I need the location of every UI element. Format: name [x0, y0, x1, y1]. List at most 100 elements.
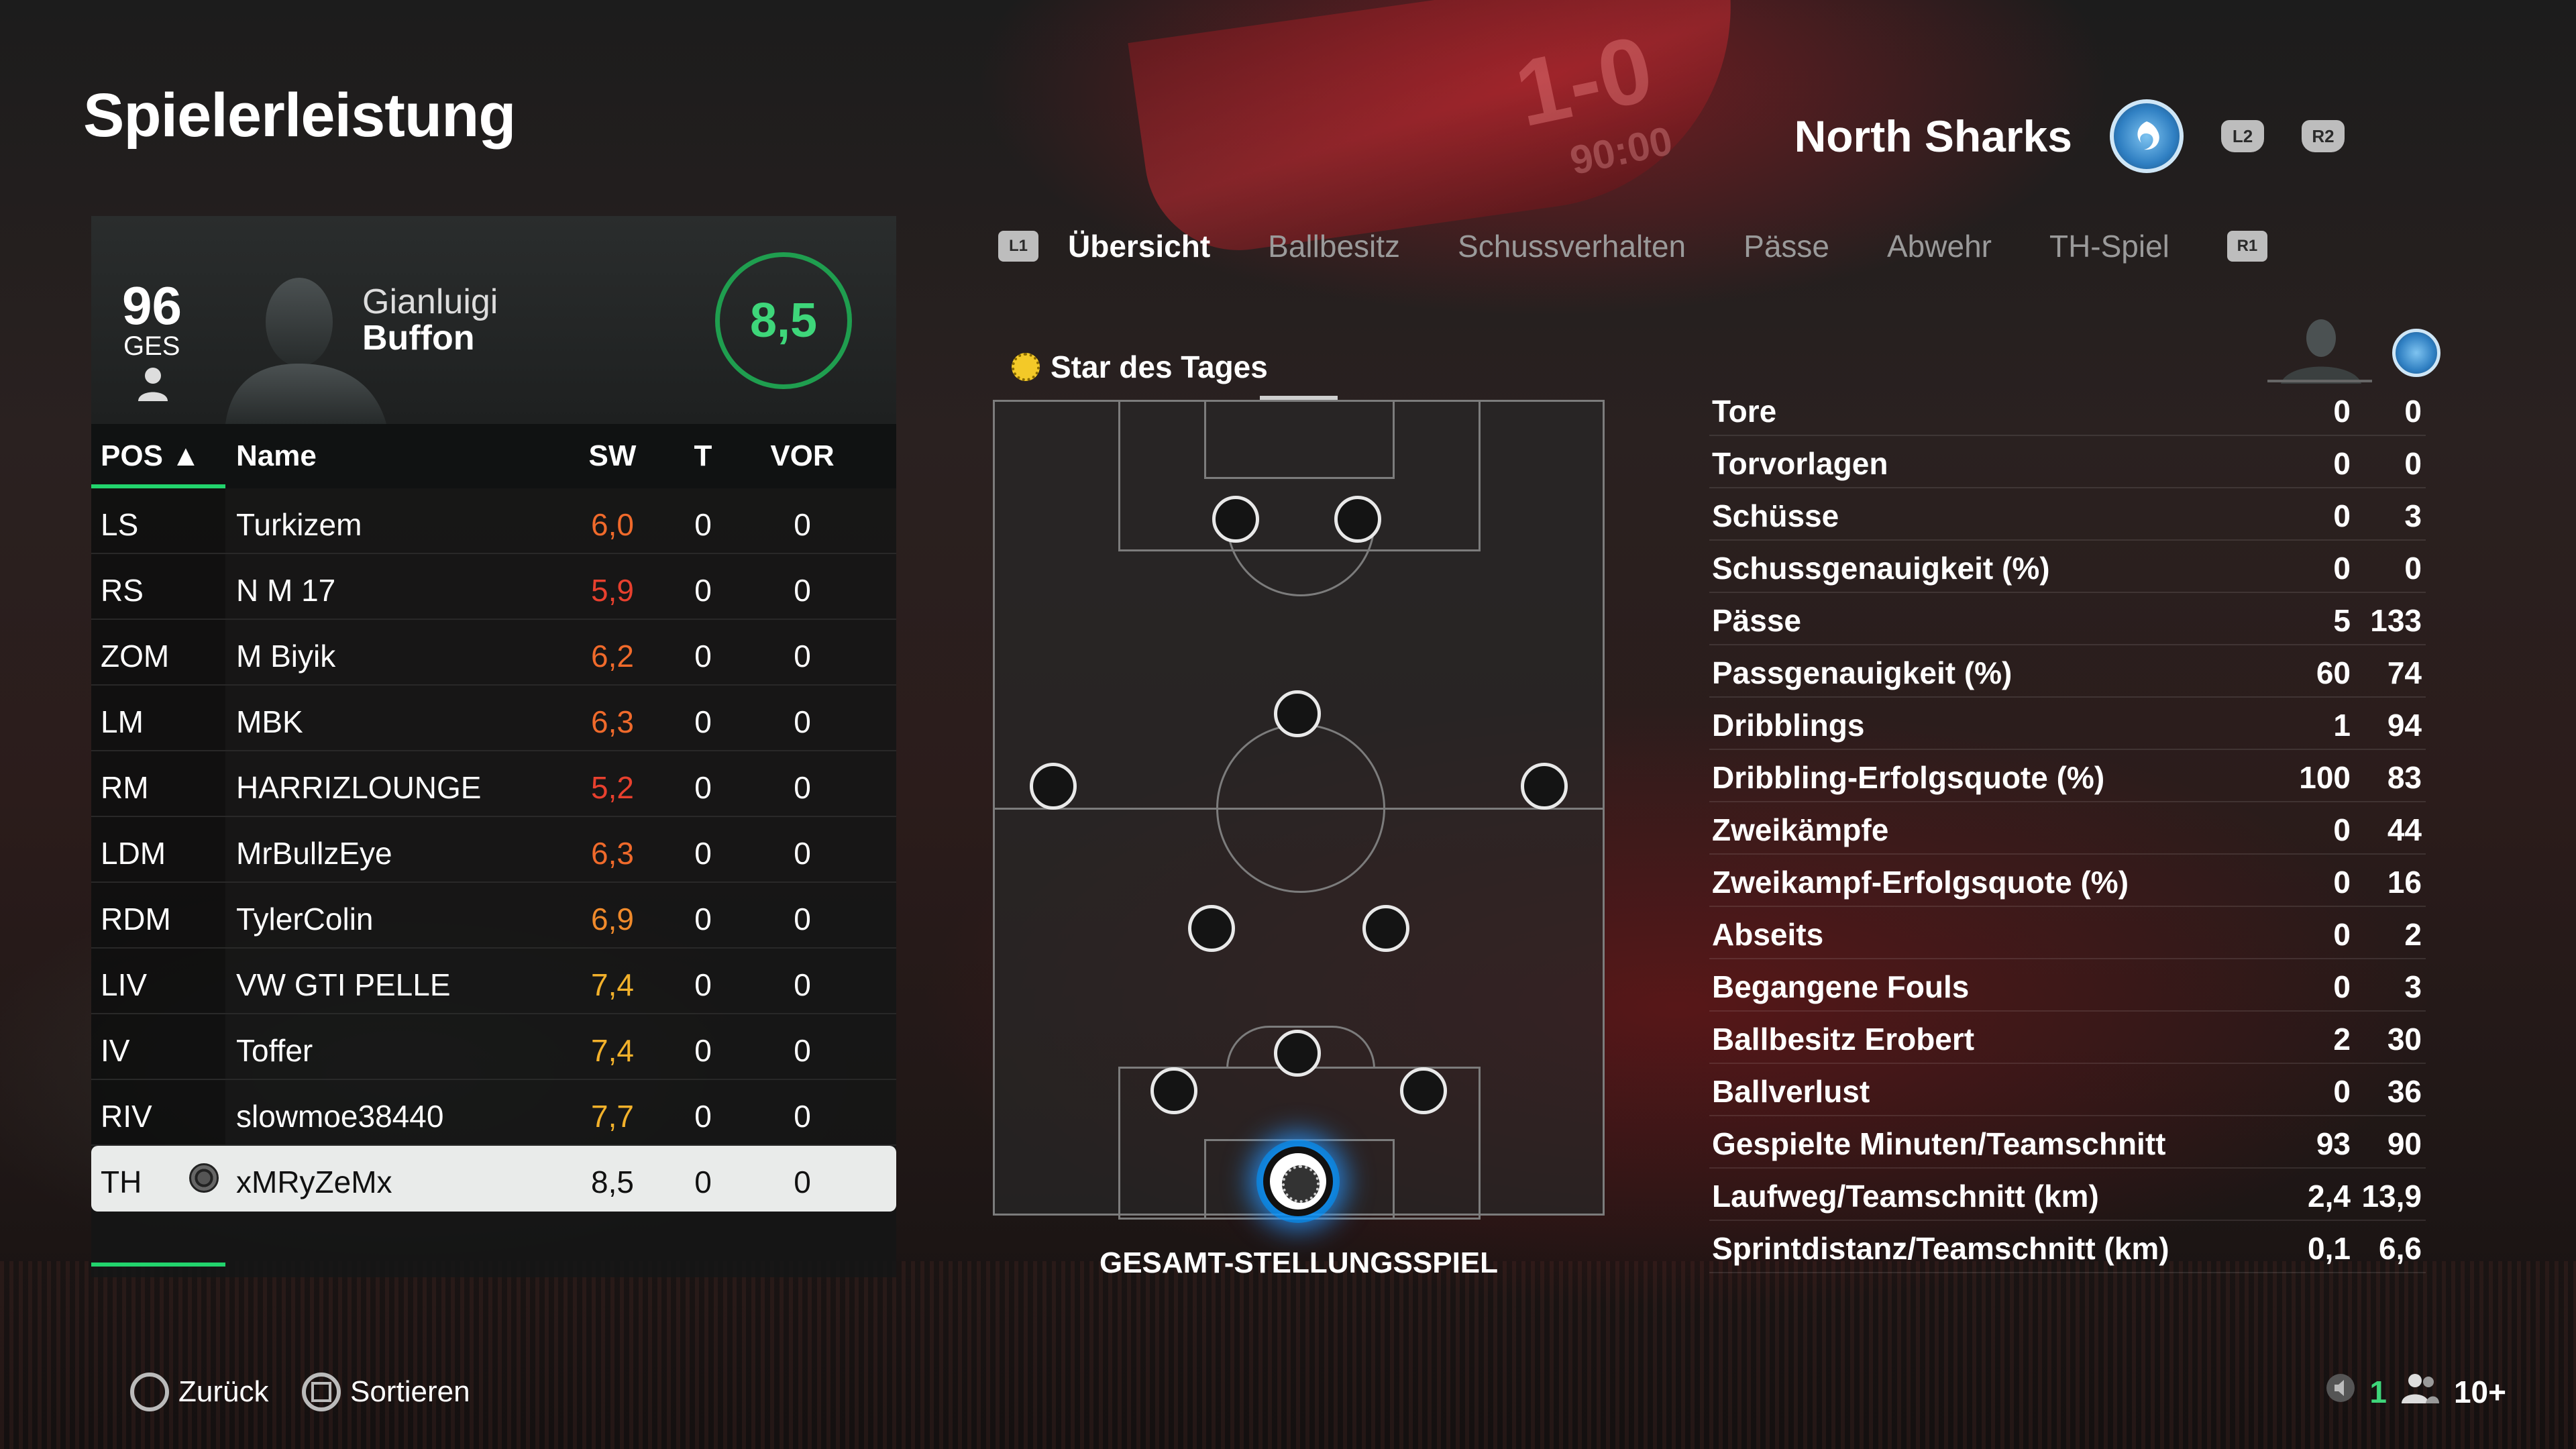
stat-team-value: 74 [2387, 655, 2422, 690]
player-rows: LS Turkizem 6,0 0 0 RS N M 17 5,9 0 0 ZO… [91, 488, 896, 1212]
r2-trigger-icon[interactable]: R2 [2302, 120, 2345, 152]
player-dot-liv[interactable] [1150, 1067, 1197, 1114]
stat-row: Laufweg/Teamschnitt (km) 2,4 13,9 [1709, 1169, 2426, 1221]
table-row[interactable]: RM HARRIZLOUNGE 5,2 0 0 [91, 751, 896, 817]
stat-team-value: 94 [2387, 708, 2422, 743]
stats-table: Tore 0 0 Torvorlagen 0 0 Schüsse 0 3 Schussgen… [1709, 384, 2426, 1273]
circle-button-icon [130, 1373, 169, 1411]
r1-bumper-icon[interactable]: R1 [2226, 231, 2267, 262]
row-t: 0 [694, 639, 712, 674]
party-icon[interactable] [2400, 1371, 2440, 1412]
center-circle [1216, 724, 1385, 893]
header-t[interactable]: T [669, 439, 737, 473]
tab-overview[interactable]: Übersicht [1068, 228, 1210, 264]
stat-row: Dribbling-Erfolgsquote (%) 100 83 [1709, 750, 2426, 802]
player-last-name: Buffon [362, 319, 475, 358]
stat-label: Schüsse [1712, 498, 1839, 533]
row-rating: 7,4 [591, 967, 634, 1002]
row-vor: 0 [794, 902, 811, 936]
table-row[interactable]: LS Turkizem 6,0 0 0 [91, 488, 896, 554]
table-row[interactable]: RDM TylerColin 6,9 0 0 [91, 883, 896, 949]
stat-row: Gespielte Minuten/Teamschnitt 93 90 [1709, 1116, 2426, 1169]
table-row[interactable]: IV Toffer 7,4 0 0 [91, 1014, 896, 1080]
stat-team-value: 30 [2387, 1022, 2422, 1057]
tab-shooting[interactable]: Schussverhalten [1458, 228, 1686, 264]
tab-passing[interactable]: Pässe [1743, 228, 1829, 264]
player-dot-riv[interactable] [1400, 1067, 1447, 1114]
player-dot-rdm[interactable] [1362, 905, 1409, 952]
tab-defending[interactable]: Abwehr [1887, 228, 1992, 264]
row-vor: 0 [794, 1099, 811, 1134]
stat-player-value: 0 [2333, 498, 2351, 533]
stat-row: Pässe 5 133 [1709, 593, 2426, 645]
row-pos: LM [101, 704, 144, 739]
row-t: 0 [694, 507, 712, 542]
player-dot-th-highlighted[interactable] [1263, 1146, 1333, 1216]
stat-label: Tore [1712, 394, 1777, 429]
player-dot-lm[interactable] [1030, 763, 1077, 810]
player-first-name: Gianluigi [362, 282, 498, 321]
stat-row: Zweikampf-Erfolgsquote (%) 0 16 [1709, 855, 2426, 907]
header-vor[interactable]: VOR [755, 439, 849, 473]
stat-player-value: 0,1 [2308, 1231, 2351, 1266]
team-name: North Sharks [1794, 111, 2072, 161]
player-dot-iv[interactable] [1274, 1030, 1321, 1077]
table-row-selected[interactable]: TH xMRyZeMx 8,5 0 0 [91, 1146, 896, 1212]
stat-team-value: 90 [2387, 1126, 2422, 1161]
row-rating: 6,3 [591, 836, 634, 871]
row-t: 0 [694, 573, 712, 608]
stat-label: Zweikampf-Erfolgsquote (%) [1712, 865, 2129, 900]
stat-label: Laufweg/Teamschnitt (km) [1712, 1179, 2099, 1214]
table-row[interactable]: RS N M 17 5,9 0 0 [91, 554, 896, 620]
row-t: 0 [694, 1033, 712, 1068]
pitch-caption: GESAMT-STELLUNGSSPIEL [1099, 1246, 1499, 1279]
header-sw[interactable]: SW [569, 439, 656, 473]
row-pos: ZOM [101, 639, 170, 674]
stat-player-value: 0 [2333, 446, 2351, 481]
person-icon [136, 365, 170, 411]
row-name: M Biyik [236, 639, 336, 674]
table-row[interactable]: LIV VW GTI PELLE 7,4 0 0 [91, 949, 896, 1014]
row-name: TylerColin [236, 902, 374, 936]
player-dot-ls[interactable] [1212, 496, 1259, 543]
sort-action[interactable]: Sortieren [302, 1373, 470, 1411]
row-name: Toffer [236, 1033, 313, 1068]
stat-player-value: 100 [2299, 760, 2351, 795]
stat-row: Begangene Fouls 0 3 [1709, 959, 2426, 1012]
table-row[interactable]: RIV slowmoe38440 7,7 0 0 [91, 1080, 896, 1146]
player-dot-zom[interactable] [1274, 690, 1321, 737]
back-action[interactable]: Zurück [130, 1373, 268, 1411]
table-row[interactable]: ZOM M Biyik 6,2 0 0 [91, 620, 896, 686]
ball-icon [189, 1163, 219, 1193]
table-row[interactable]: LM MBK 6,3 0 0 [91, 686, 896, 751]
row-pos: RM [101, 770, 149, 805]
table-header: POS ▲ Name SW T VOR [91, 424, 896, 488]
stat-team-value: 3 [2404, 969, 2422, 1004]
stat-player-value: 93 [2316, 1126, 2351, 1161]
stat-row: Sprintdistanz/Teamschnitt (km) 0,1 6,6 [1709, 1221, 2426, 1273]
row-vor: 0 [794, 967, 811, 1002]
stat-player-value: 0 [2333, 394, 2351, 429]
header-pos[interactable]: POS ▲ [101, 439, 201, 473]
player-dot-ldm[interactable] [1188, 905, 1235, 952]
stat-player-value: 2 [2333, 1022, 2351, 1057]
l1-bumper-icon[interactable]: L1 [998, 231, 1038, 262]
tab-possession[interactable]: Ballbesitz [1268, 228, 1400, 264]
page-title: Spielerleistung [83, 81, 516, 150]
stat-row: Torvorlagen 0 0 [1709, 436, 2426, 488]
stat-team-value: 2 [2404, 917, 2422, 952]
party-count: 10+ [2453, 1374, 2506, 1409]
stat-label: Gespielte Minuten/Teamschnitt [1712, 1126, 2166, 1161]
row-name: N M 17 [236, 573, 336, 608]
player-table-panel: 96 GES Gianluigi Buffon 8,5 POS ▲ Name S… [91, 216, 896, 1277]
stat-team-value: 16 [2387, 865, 2422, 900]
row-rating: 7,7 [591, 1099, 634, 1134]
l2-trigger-icon[interactable]: L2 [2221, 120, 2264, 152]
header-name[interactable]: Name [236, 439, 317, 473]
player-dot-rm[interactable] [1521, 763, 1568, 810]
team-header: North Sharks L2 R2 [1794, 99, 2345, 173]
player-dot-rs[interactable] [1334, 496, 1381, 543]
table-row[interactable]: LDM MrBullzEye 6,3 0 0 [91, 817, 896, 883]
tab-goalkeeping[interactable]: TH-Spiel [2049, 228, 2169, 264]
stat-player-value: 60 [2316, 655, 2351, 690]
